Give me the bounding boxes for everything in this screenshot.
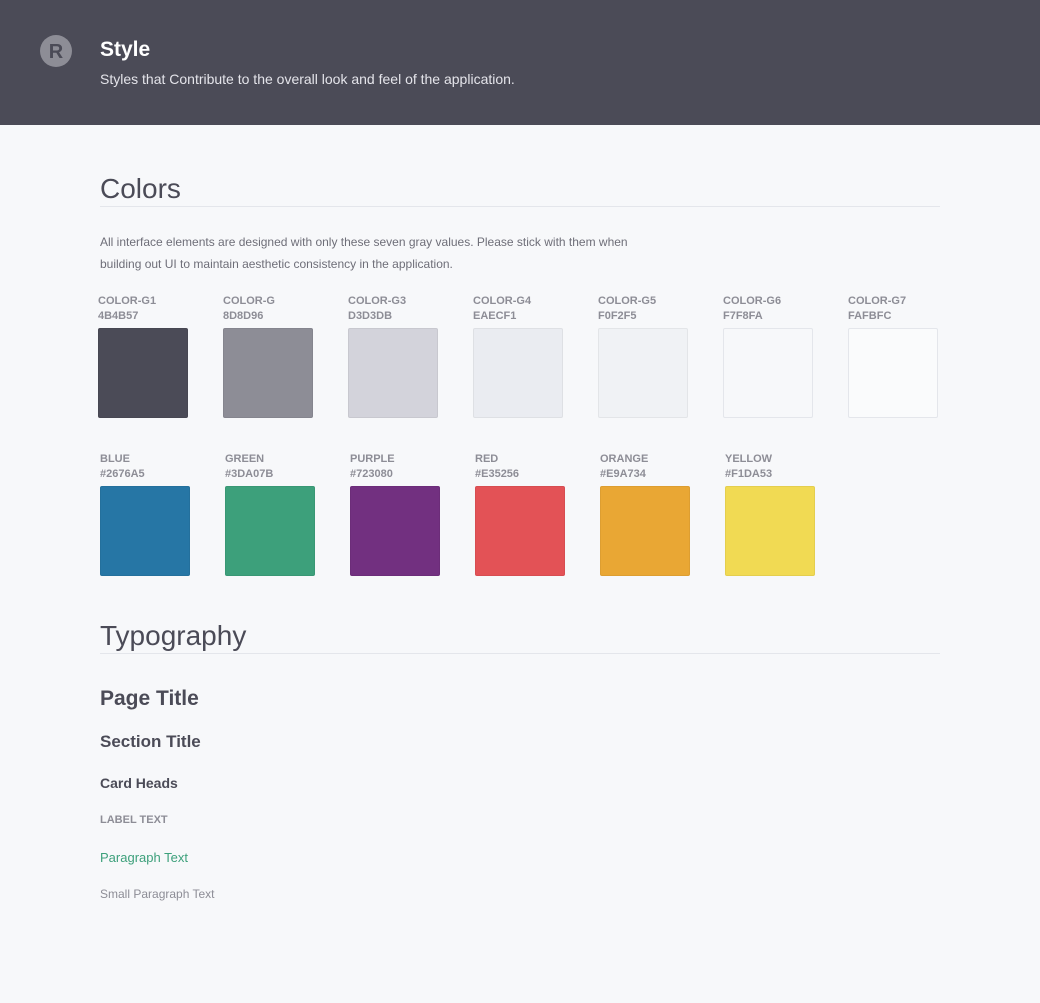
type-sample-section-title: Section Title — [100, 732, 201, 751]
typography-heading: Typography — [100, 620, 247, 651]
swatch-name: COLOR-G1 — [98, 295, 157, 307]
page-subtitle: Styles that Contribute to the overall lo… — [100, 71, 515, 87]
swatch-color-box — [600, 486, 690, 576]
swatch-orange: ORANGE #E9A734 — [600, 452, 720, 576]
swatch-hex: #F1DA53 — [725, 468, 773, 480]
swatch-color-g: COLOR-G 8D8D96 — [223, 294, 343, 418]
swatch-hex: F0F2F5 — [598, 310, 637, 322]
swatch-name: COLOR-G5 — [598, 295, 657, 307]
swatch-name: GREEN — [225, 453, 265, 465]
swatch-name: COLOR-G3 — [348, 295, 407, 307]
swatch-name: COLOR-G — [223, 295, 275, 307]
swatch-color-g1: COLOR-G1 4B4B57 — [98, 294, 218, 418]
colors-divider — [100, 206, 940, 207]
swatch-color-box — [100, 486, 190, 576]
swatch-hex: #3DA07B — [225, 468, 274, 480]
swatch-color-box — [725, 486, 815, 576]
swatch-name: ORANGE — [600, 453, 649, 465]
page-title: Style — [100, 38, 151, 61]
swatch-name: COLOR-G7 — [848, 295, 907, 307]
colors-heading: Colors — [100, 173, 181, 204]
swatch-color-g6: COLOR-G6 F7F8FA — [723, 294, 843, 418]
swatch-blue: BLUE #2676A5 — [100, 452, 220, 576]
swatch-green: GREEN #3DA07B — [225, 452, 345, 576]
swatch-color-g4: COLOR-G4 EAECF1 — [473, 294, 593, 418]
swatch-color-box — [98, 328, 188, 418]
type-sample-page-title: Page Title — [100, 687, 199, 710]
swatch-hex: D3D3DB — [348, 310, 393, 322]
swatch-color-g3: COLOR-G3 D3D3DB — [348, 294, 468, 418]
svg-text:R: R — [49, 41, 64, 63]
swatch-color-box — [473, 328, 563, 418]
swatch-color-box — [475, 486, 565, 576]
swatch-color-box — [723, 328, 813, 418]
swatch-color-box — [223, 328, 313, 418]
swatch-hex: #723080 — [350, 468, 393, 480]
swatch-hex: #E35256 — [475, 468, 520, 480]
swatch-hex: 4B4B57 — [98, 310, 139, 322]
swatch-name: COLOR-G4 — [473, 295, 532, 307]
typography-divider — [100, 653, 940, 654]
swatch-name: PURPLE — [350, 453, 395, 465]
swatch-hex: EAECF1 — [473, 310, 517, 322]
swatch-hex: #E9A734 — [600, 468, 646, 480]
swatch-hex: FAFBFC — [848, 310, 892, 322]
type-sample-label-text: LABEL TEXT — [100, 814, 168, 826]
swatch-name: BLUE — [100, 453, 130, 465]
swatch-color-box — [848, 328, 938, 418]
page-header: R Style Styles that Contribute to the ov… — [0, 0, 1040, 125]
swatch-color-box — [350, 486, 440, 576]
colors-description: All interface elements are designed with… — [100, 235, 628, 271]
swatch-hex: #2676A5 — [100, 468, 145, 480]
swatch-name: COLOR-G6 — [723, 295, 782, 307]
swatch-color-box — [598, 328, 688, 418]
type-sample-paragraph-text: Paragraph Text — [100, 850, 188, 865]
swatch-red: RED #E35256 — [475, 452, 595, 576]
swatch-purple: PURPLE #723080 — [350, 452, 470, 576]
swatch-color-box — [348, 328, 438, 418]
swatch-hex: F7F8FA — [723, 310, 763, 322]
swatch-name: RED — [475, 453, 499, 465]
swatch-hex: 8D8D96 — [223, 310, 264, 322]
swatch-name: YELLOW — [725, 453, 773, 465]
type-sample-card-heads: Card Heads — [100, 775, 178, 791]
swatch-yellow: YELLOW #F1DA53 — [725, 452, 845, 576]
swatch-color-box — [225, 486, 315, 576]
swatch-color-g5: COLOR-G5 F0F2F5 — [598, 294, 718, 418]
type-sample-small-paragraph-text: Small Paragraph Text — [100, 887, 215, 901]
r-logo-icon[interactable]: R — [40, 35, 72, 67]
swatch-color-g7: COLOR-G7 FAFBFC — [848, 294, 968, 418]
